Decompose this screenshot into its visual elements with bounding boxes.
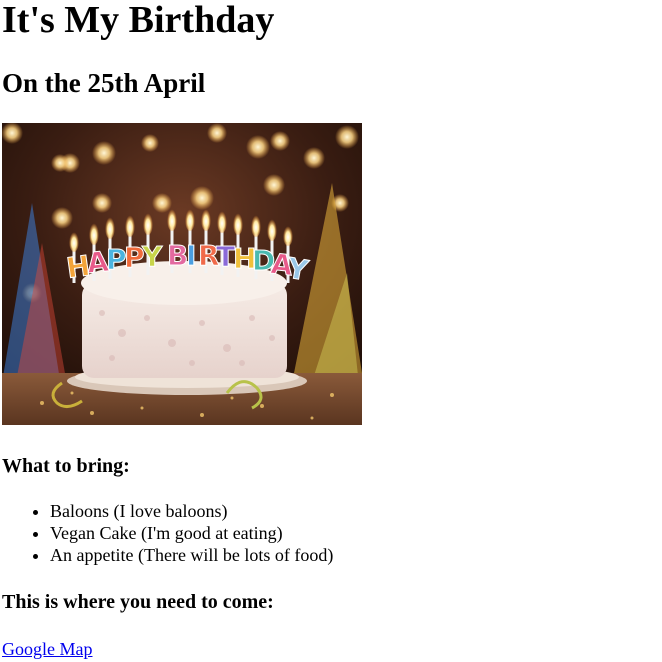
list-item: Vegan Cake (I'm good at eating) (50, 522, 333, 544)
what-to-bring-heading: What to bring: (2, 455, 130, 477)
location-heading: This is where you need to come: (2, 591, 274, 613)
page: It's My Birthday On the 25th April H A P… (0, 0, 662, 662)
list-item: An appetite (There will be lots of food) (50, 544, 333, 566)
svg-text:Y: Y (141, 240, 163, 273)
page-subtitle: On the 25th April (2, 68, 206, 98)
svg-text:I: I (186, 239, 196, 272)
list-item: Baloons (I love baloons) (50, 500, 333, 522)
google-map-link[interactable]: Google Map (2, 638, 92, 660)
page-title: It's My Birthday (2, 0, 275, 41)
birthday-cake-image: H A P P Y B I R T H D A Y (2, 123, 362, 425)
bring-list: Baloons (I love baloons) Vegan Cake (I'm… (2, 500, 333, 566)
